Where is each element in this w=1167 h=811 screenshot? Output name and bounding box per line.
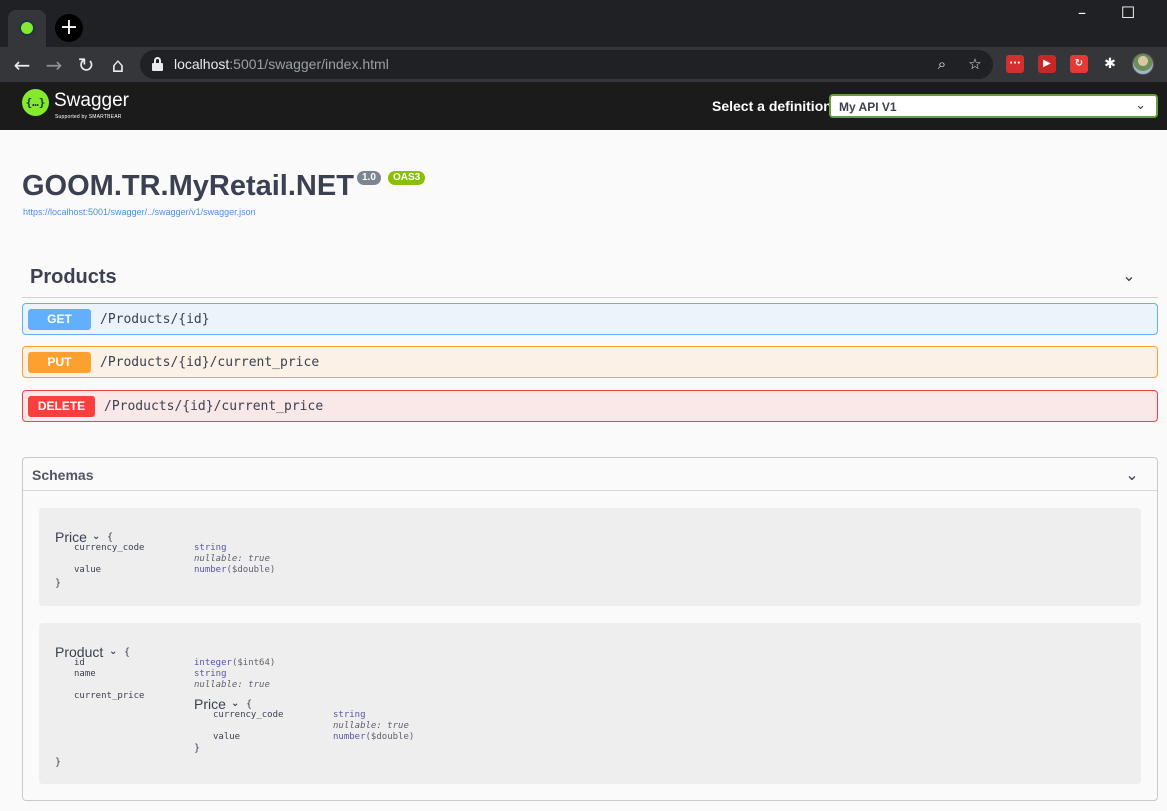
close-brace: } [194,743,201,754]
back-arrow-icon[interactable]: ← [10,53,34,77]
extension-sync-icon[interactable]: ↻ [1070,55,1088,73]
browser-tab[interactable] [8,10,46,47]
chevron-down-icon[interactable]: ⌄ [92,530,100,544]
operation-delete-current-price[interactable]: DELETE /Products/{id}/current_price [22,390,1158,422]
spec-url-link[interactable]: https://localhost:5001/swagger/../swagge… [23,207,256,218]
prop-type: string [194,543,227,553]
bookmark-star-icon[interactable]: ☆ [966,55,984,73]
prop-type: number($double) [333,732,415,742]
prop-name: value [74,565,102,575]
definition-value: My API V1 [839,100,897,114]
prop-type: string [194,669,227,679]
api-title: GOOM.TR.MyRetail.NET [22,170,354,202]
schemas-section: Schemas ⌄ Price ⌄ { currency_code string… [22,457,1158,801]
chevron-down-icon: ⌄ [1135,98,1146,113]
prop-name: id [74,658,85,668]
prop-name: value [213,732,241,742]
prop-name: currency_code [213,710,284,720]
browser-toolbar: ← → ↻ ⌂ localhost:5001/swagger/index.htm… [0,47,1167,82]
prop-type: number($double) [194,565,276,575]
model-product: Product ⌄ { id integer($int64) name stri… [39,623,1141,784]
method-badge-put: PUT [28,352,91,373]
version-badge: 1.0 [357,171,381,185]
definition-select[interactable]: My API V1 ⌄ [829,94,1158,118]
schemas-header[interactable]: Schemas ⌄ [23,458,1157,491]
operation-path: /Products/{id}/current_price [100,355,320,370]
swagger-topbar: {…} Swagger Supported by SMARTBEAR Selec… [0,82,1167,130]
extension-forward-icon[interactable]: ▶ [1038,55,1056,73]
new-tab-button[interactable]: + [55,14,83,42]
model-price: Price ⌄ { currency_code string nullable:… [39,508,1141,606]
minimize-icon[interactable]: – [1072,4,1092,22]
prop-nullable: nullable: true [194,554,270,564]
profile-avatar[interactable] [1132,53,1154,75]
chevron-down-icon[interactable]: ⌄ [1123,465,1141,485]
prop-nullable: nullable: true [194,680,270,690]
operation-path: /Products/{id} [100,312,210,327]
extension-lastpass-icon[interactable]: ··· [1006,55,1024,73]
operation-path: /Products/{id}/current_price [104,399,324,414]
method-badge-get: GET [28,309,91,330]
close-brace: } [55,578,62,589]
prop-nullable: nullable: true [333,721,409,731]
chevron-down-icon[interactable]: ⌄ [231,697,239,711]
extensions-puzzle-icon[interactable]: ✱ [1101,55,1119,73]
chevron-down-icon[interactable]: ⌄ [1120,266,1138,286]
operation-get-product[interactable]: GET /Products/{id} [22,303,1158,335]
operation-put-current-price[interactable]: PUT /Products/{id}/current_price [22,346,1158,378]
forward-arrow-icon[interactable]: → [42,53,66,77]
tag-title-products[interactable]: Products [30,266,117,289]
oas-badge: OAS3 [388,171,426,185]
definition-label: Select a definition [712,98,832,114]
schemas-title[interactable]: Schemas [32,467,93,484]
close-brace: } [55,757,62,768]
chevron-down-icon[interactable]: ⌄ [109,645,117,659]
zoom-icon[interactable]: ⌕ [933,55,951,73]
prop-name: current_price [74,691,145,701]
lock-icon[interactable] [152,57,163,71]
swagger-favicon-icon [19,20,35,36]
swagger-brand-sub: Supported by SMARTBEAR [55,114,122,120]
method-badge-delete: DELETE [28,396,95,417]
prop-type: integer($int64) [194,658,276,668]
prop-name: name [74,669,96,679]
url-text[interactable]: localhost:5001/swagger/index.html [174,56,389,73]
swagger-logo-icon[interactable]: {…} [22,89,49,116]
address-bar[interactable]: localhost:5001/swagger/index.html ⌕ ☆ [140,50,993,79]
tag-divider [22,297,1158,298]
maximize-icon[interactable]: ☐ [1118,4,1138,22]
prop-type: string [333,710,366,720]
open-brace: { [124,647,131,658]
prop-name: currency_code [74,543,145,553]
home-icon[interactable]: ⌂ [106,53,130,77]
reload-icon[interactable]: ↻ [74,53,98,77]
swagger-brand[interactable]: Swagger [54,90,129,112]
browser-tabstrip: + – ☐ [0,0,1167,47]
